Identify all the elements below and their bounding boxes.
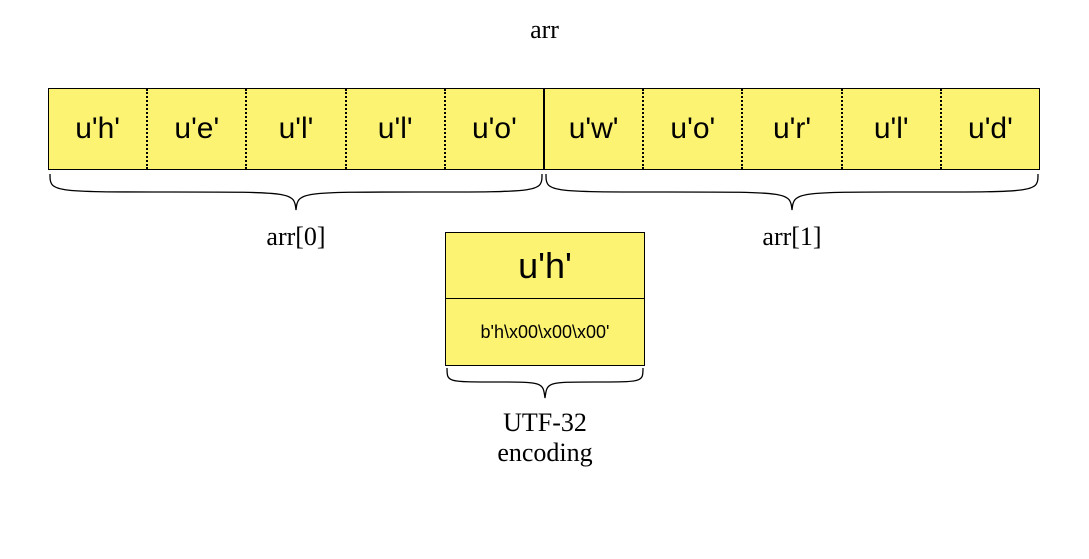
brace-icon [48,172,544,212]
array-strip: u'h' u'e' u'l' u'l' u'o' u'w' u'o' u'r' … [48,88,1040,170]
detail-bytes: b'h\x00\x00\x00' [446,299,644,365]
brace-icon [544,172,1040,212]
array-title: arr [0,15,1089,45]
array-cell: u'h' [49,89,148,169]
encoding-label-line1: UTF-32 [503,408,587,437]
encoding-label: UTF-32 encoding [445,408,645,468]
array-cell: u'o' [446,89,545,169]
array-cell: u'o' [644,89,743,169]
brace-icon [445,366,645,400]
byte-detail-box: u'h' b'h\x00\x00\x00' [445,232,645,366]
array-cell: u'l' [247,89,346,169]
array-cell: u'l' [843,89,942,169]
detail-codepoint: u'h' [446,233,644,299]
encoding-label-line2: encoding [497,438,592,467]
array-cell: u'd' [942,89,1039,169]
array-cell: u'l' [347,89,446,169]
diagram-canvas: arr u'h' u'e' u'l' u'l' u'o' u'w' u'o' u… [0,0,1089,559]
array-cell: u'e' [148,89,247,169]
array-cell: u'r' [743,89,842,169]
array-cell: u'w' [545,89,644,169]
